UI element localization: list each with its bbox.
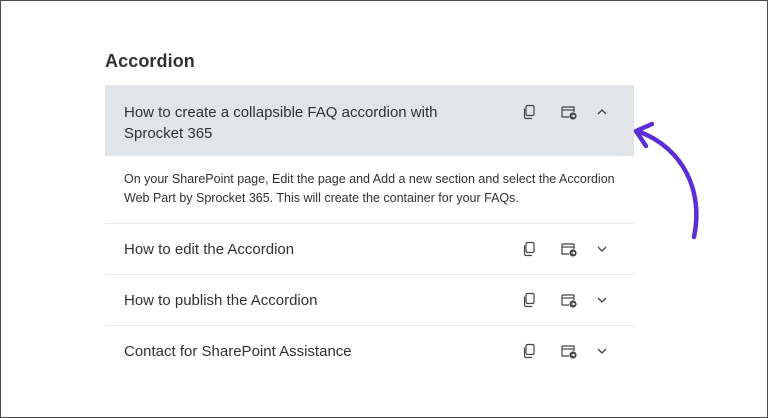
accordion-item: Contact for SharePoint Assistance xyxy=(105,326,634,376)
item-actions xyxy=(509,339,615,363)
share-link-icon[interactable] xyxy=(549,339,589,363)
share-link-icon[interactable] xyxy=(549,237,589,261)
copy-icon[interactable] xyxy=(509,339,549,363)
arrow-annotation-icon xyxy=(633,121,699,240)
item-actions xyxy=(509,288,615,312)
accordion-item: How to create a collapsible FAQ accordio… xyxy=(105,85,634,224)
accordion-item: How to edit the Accordion xyxy=(105,224,634,275)
chevron-up-icon[interactable] xyxy=(589,100,615,124)
accordion-item-title: Contact for SharePoint Assistance xyxy=(124,342,352,360)
accordion-item-header[interactable]: Contact for SharePoint Assistance xyxy=(105,326,634,376)
accordion-item-header[interactable]: How to create a collapsible FAQ accordio… xyxy=(105,85,634,156)
accordion-item-title: How to publish the Accordion xyxy=(124,291,318,309)
item-actions xyxy=(509,237,615,261)
share-link-icon[interactable] xyxy=(549,288,589,312)
item-actions xyxy=(509,100,615,124)
accordion-item-header[interactable]: How to publish the Accordion xyxy=(105,275,634,325)
chevron-down-icon[interactable] xyxy=(589,237,615,261)
copy-icon[interactable] xyxy=(509,237,549,261)
chevron-down-icon[interactable] xyxy=(589,288,615,312)
page-title: Accordion xyxy=(105,51,195,71)
copy-icon[interactable] xyxy=(509,100,549,124)
accordion-item-header[interactable]: How to edit the Accordion xyxy=(105,224,634,274)
accordion-item-title: How to create a collapsible FAQ accordio… xyxy=(124,104,438,142)
accordion-item-content: On your SharePoint page, Edit the page a… xyxy=(124,172,615,205)
share-link-icon[interactable] xyxy=(549,100,589,124)
chevron-down-icon[interactable] xyxy=(589,339,615,363)
accordion: How to create a collapsible FAQ accordio… xyxy=(105,85,634,376)
copy-icon[interactable] xyxy=(509,288,549,312)
accordion-item: How to publish the Accordion xyxy=(105,275,634,326)
accordion-item-title: How to edit the Accordion xyxy=(124,240,295,258)
